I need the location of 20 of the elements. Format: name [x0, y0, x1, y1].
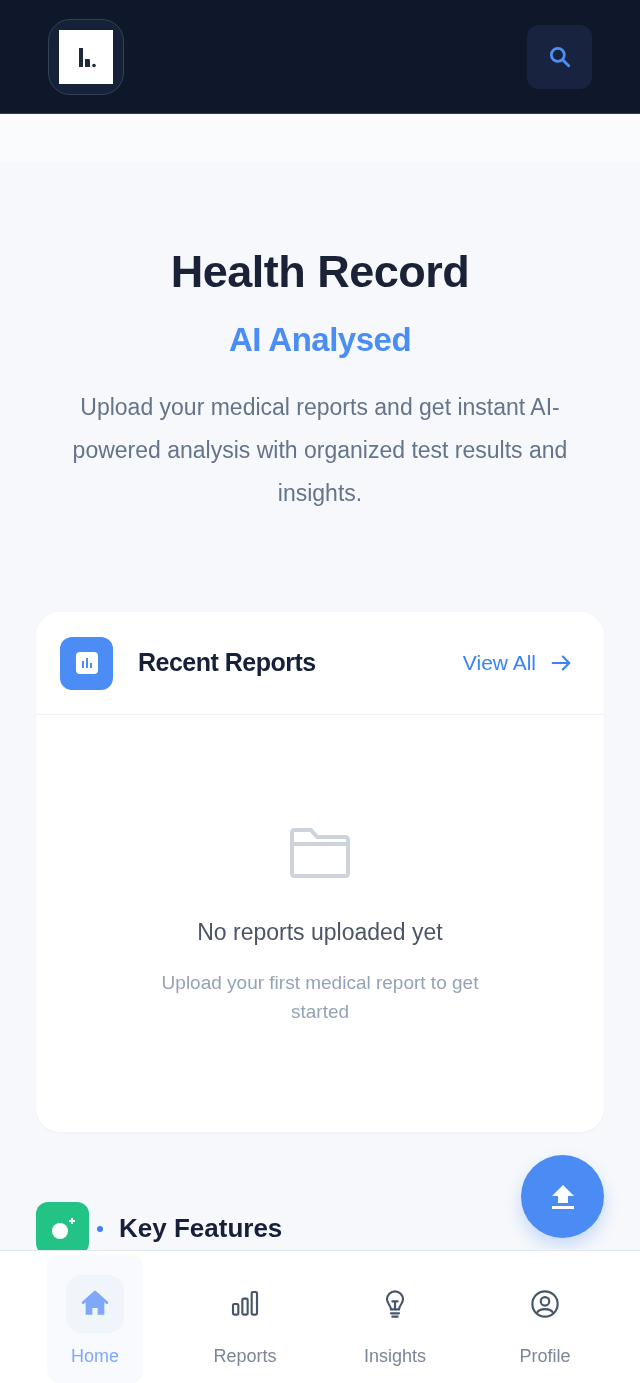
nav-tab[interactable]: Profile: [497, 1255, 593, 1383]
reports-card-icon: [60, 636, 113, 690]
empty-state-title: No reports uploaded yet: [197, 918, 443, 947]
logo[interactable]: [48, 18, 124, 95]
nav-tab[interactable]: Reports: [197, 1255, 293, 1383]
folder-icon: [289, 827, 351, 879]
card-title: Recent Reports: [138, 647, 316, 679]
hero-description: Upload your medical reports and get instant AI-powered analysis with organized test results and insights.: [71, 393, 569, 508]
page-title: Health Record: [170, 245, 470, 299]
profile-icon: [529, 1288, 561, 1320]
page-subtitle: AI Analysed: [228, 320, 412, 360]
empty-state-text: Upload your first medical report to get started: [160, 970, 480, 1024]
nav-tab[interactable]: Home: [47, 1255, 143, 1383]
upload-button[interactable]: [521, 1155, 604, 1238]
logo-icon: [59, 29, 113, 84]
upload-icon: [550, 1183, 575, 1210]
search-button[interactable]: [527, 24, 592, 89]
view-all-link[interactable]: View All: [462, 647, 572, 679]
nav-tab[interactable]: Insights: [347, 1255, 443, 1383]
section-title: Key Features: [119, 1212, 283, 1245]
